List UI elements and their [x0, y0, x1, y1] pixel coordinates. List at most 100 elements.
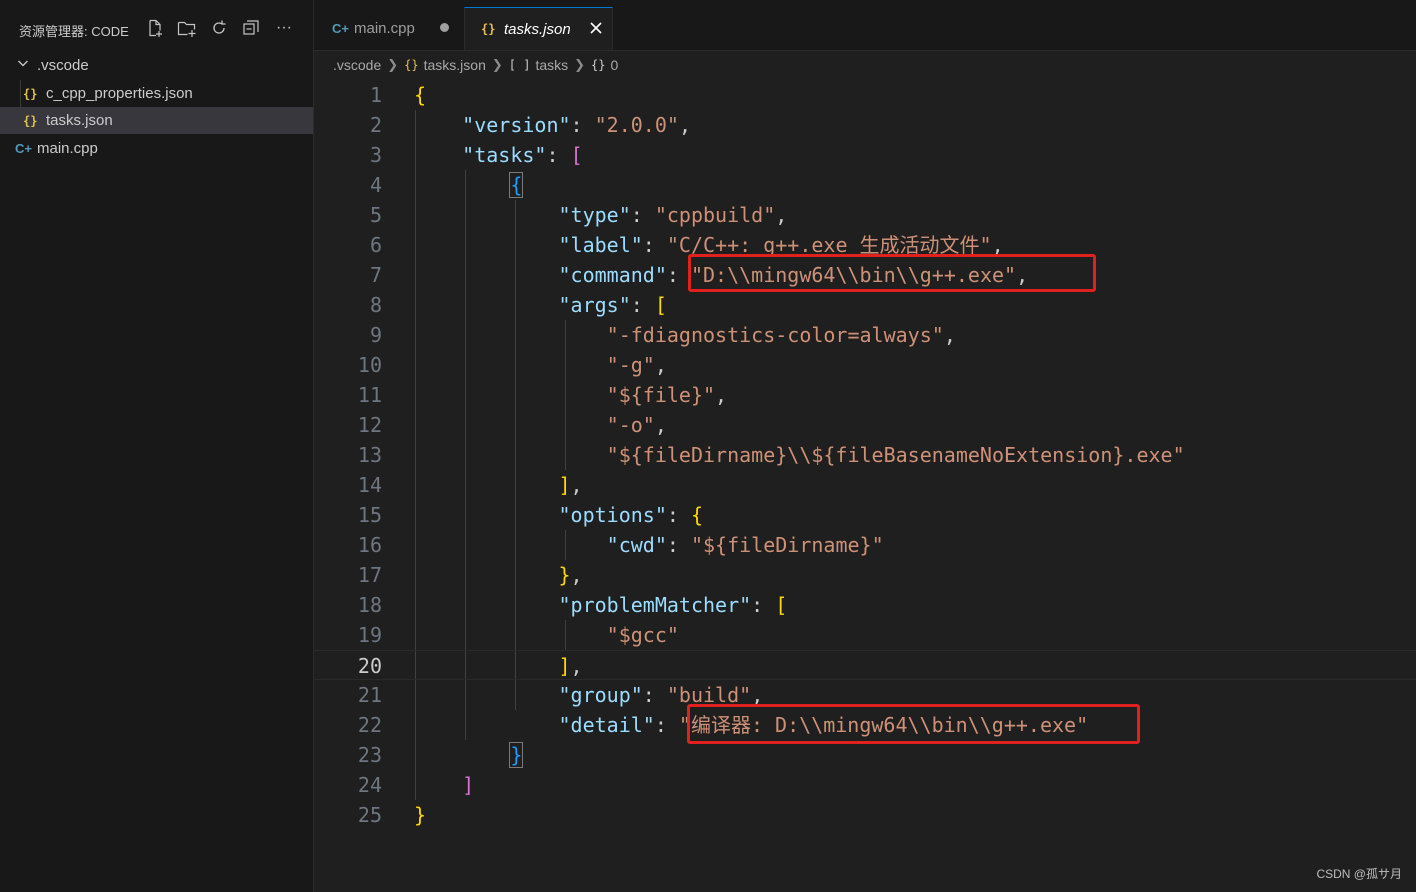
code-line: 13 "${fileDirname}\\${fileBasenameNoExte… [314, 440, 1416, 470]
line-number: 4 [369, 173, 382, 197]
cpp-file-icon: C+ [332, 21, 349, 36]
json-string: "cppbuild" [654, 203, 776, 227]
code-line: 5 "type": "cppbuild", [314, 200, 1416, 230]
json-string: "$gcc" [606, 623, 679, 647]
more-actions-icon[interactable]: ··· [273, 17, 295, 39]
line-number: 22 [357, 713, 382, 737]
code-line: 17 }, [314, 560, 1416, 590]
json-key: "cwd" [606, 533, 667, 557]
json-string: "2.0.0" [594, 113, 679, 137]
line-number: 15 [357, 503, 382, 527]
tree-item-main-cpp[interactable]: C+ main.cpp [0, 135, 313, 162]
line-number: 25 [357, 803, 382, 827]
chevron-right-icon: ❯ [387, 57, 399, 72]
json-string: "-o" [606, 413, 655, 437]
code-line: 12 "-o", [314, 410, 1416, 440]
json-key: "detail" [558, 713, 655, 737]
tab-tasks-json[interactable]: {} tasks.json [464, 7, 613, 50]
tree-folder-vscode[interactable]: .vscode [0, 52, 313, 79]
json-key: "group" [558, 683, 643, 707]
line-number: 8 [369, 293, 382, 317]
highlight-box-detail [687, 704, 1140, 744]
line-number: 24 [357, 773, 382, 797]
breadcrumb-item[interactable]: .vscode [333, 57, 381, 73]
breadcrumb-item[interactable]: tasks.json [424, 57, 486, 73]
modified-dot-icon [440, 23, 449, 32]
breadcrumb: .vscode ❯ {} tasks.json ❯ [ ] tasks ❯ {}… [333, 55, 618, 75]
code-line: 16 "cwd": "${fileDirname}" [314, 530, 1416, 560]
code-line: 11 "${file}", [314, 380, 1416, 410]
line-number: 6 [369, 233, 382, 257]
code-line: 1{ [314, 80, 1416, 110]
line-number: 21 [357, 683, 382, 707]
line-number: 12 [357, 413, 382, 437]
line-number: 3 [369, 143, 382, 167]
new-folder-icon[interactable] [176, 17, 198, 39]
line-number: 10 [357, 353, 382, 377]
code-line: 10 "-g", [314, 350, 1416, 380]
line-number: 20 [357, 654, 382, 678]
chevron-down-icon [16, 56, 30, 74]
line-number: 2 [369, 113, 382, 137]
tree-item-label: main.cpp [37, 140, 98, 157]
breadcrumb-item[interactable]: tasks [535, 57, 568, 73]
code-line: 4 { [314, 170, 1416, 200]
collapse-all-icon[interactable] [240, 17, 262, 39]
line-number: 11 [357, 383, 382, 407]
code-line: 18 "problemMatcher": [ [314, 590, 1416, 620]
json-string: "${fileDirname}" [690, 533, 884, 557]
tab-label: tasks.json [504, 20, 571, 38]
json-file-icon: {} [23, 113, 38, 128]
line-number: 13 [357, 443, 382, 467]
object-icon: {} [591, 58, 606, 72]
refresh-icon[interactable] [208, 17, 230, 39]
tree-item-label: c_cpp_properties.json [46, 85, 193, 102]
code-line: 2 "version": "2.0.0", [314, 110, 1416, 140]
line-number: 18 [357, 593, 382, 617]
editor-tab-bar: C+ main.cpp {} tasks.json [314, 0, 1416, 51]
array-icon: [ ] [508, 58, 531, 72]
code-line: 3 "tasks": [ [314, 140, 1416, 170]
line-number: 9 [369, 323, 382, 347]
explorer-sidebar: 资源管理器: CODE ··· .vscode {} c_cpp_propert… [0, 0, 314, 892]
close-icon[interactable] [589, 21, 603, 39]
line-number: 17 [357, 563, 382, 587]
tree-item-tasks-json[interactable]: {} tasks.json [0, 107, 313, 134]
tree-item-c-cpp-properties[interactable]: {} c_cpp_properties.json [0, 80, 313, 107]
json-string: "-fdiagnostics-color=always" [606, 323, 944, 347]
json-string: "-g" [606, 353, 655, 377]
tab-main-cpp[interactable]: C+ main.cpp [314, 7, 464, 50]
json-string: "${file}" [606, 383, 716, 407]
line-number: 14 [357, 473, 382, 497]
new-file-icon[interactable] [144, 17, 166, 39]
json-file-icon: {} [404, 58, 419, 72]
code-line-current: 20 ], [314, 650, 1416, 680]
breadcrumb-item[interactable]: 0 [611, 57, 619, 73]
json-string: "${fileDirname}\\${fileBasenameNoExtensi… [606, 443, 1185, 467]
explorer-header: 资源管理器: CODE ··· [0, 0, 313, 56]
code-editor[interactable]: 1{ 2 "version": "2.0.0", 3 "tasks": [ 4 … [314, 80, 1416, 892]
json-key: "type" [558, 203, 631, 227]
json-key: "version" [462, 113, 571, 137]
highlight-box-command [688, 254, 1096, 292]
chevron-right-icon: ❯ [574, 57, 586, 72]
code-line: 14 ], [314, 470, 1416, 500]
json-key: "args" [558, 293, 631, 317]
code-line: 23 } [314, 740, 1416, 770]
code-line: 9 "-fdiagnostics-color=always", [314, 320, 1416, 350]
cpp-file-icon: C+ [15, 141, 32, 156]
tree-item-label: tasks.json [46, 112, 113, 129]
line-number: 23 [357, 743, 382, 767]
chevron-right-icon: ❯ [491, 57, 503, 72]
code-line: 8 "args": [ [314, 290, 1416, 320]
line-number: 1 [369, 83, 382, 107]
code-line: 15 "options": { [314, 500, 1416, 530]
json-key: "label" [558, 233, 643, 257]
json-key: "options" [558, 503, 667, 527]
explorer-title: 资源管理器: CODE [19, 24, 129, 39]
code-line: 19 "$gcc" [314, 620, 1416, 650]
code-line: 25} [314, 800, 1416, 830]
line-number: 16 [357, 533, 382, 557]
json-key: "problemMatcher" [558, 593, 752, 617]
code-line: 24 ] [314, 770, 1416, 800]
